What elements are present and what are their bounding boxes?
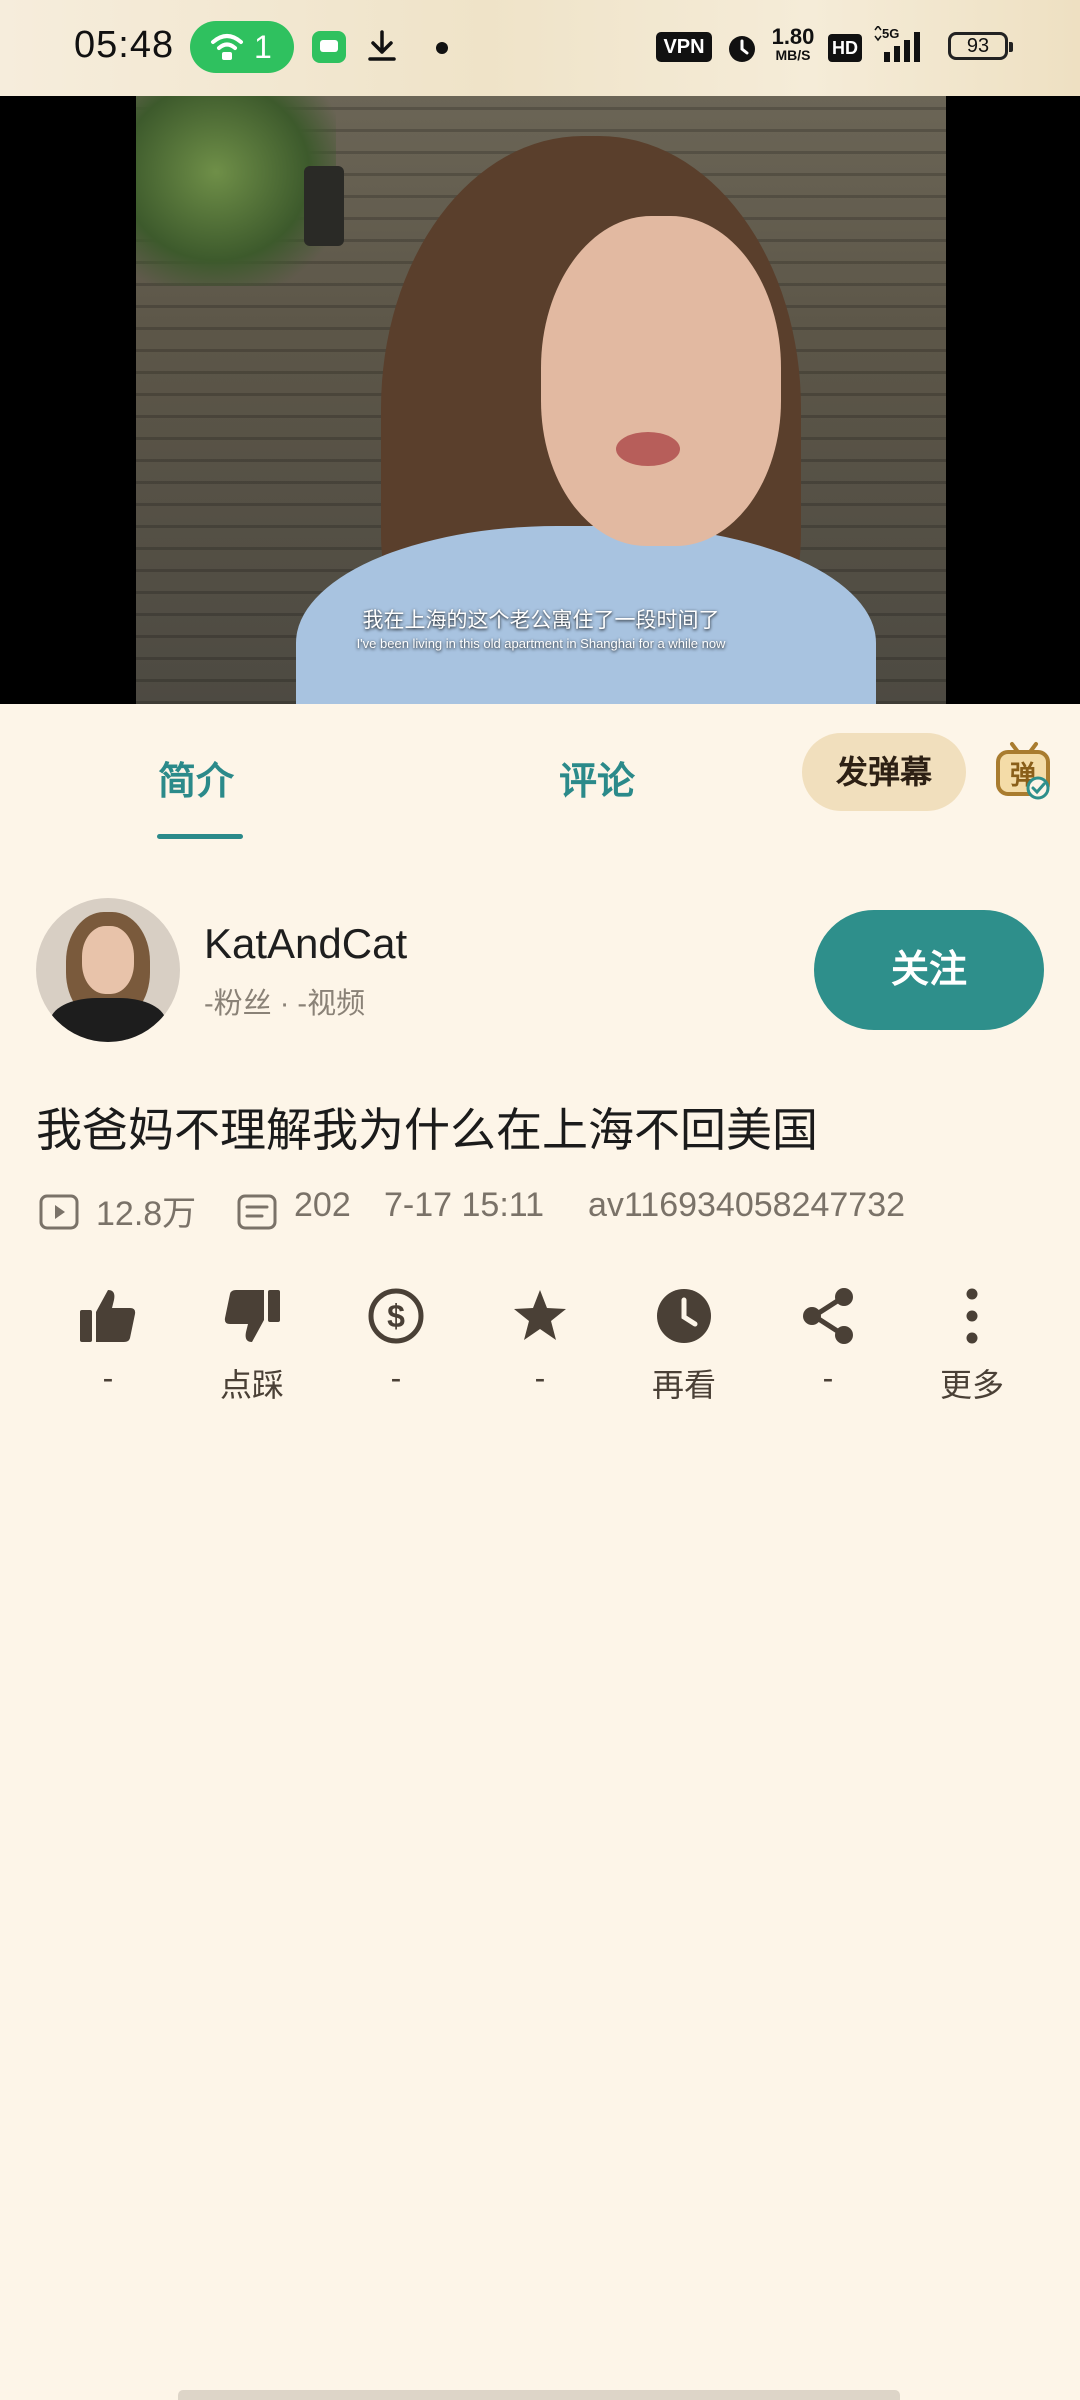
uploader-avatar[interactable]: [36, 898, 180, 1042]
svg-text:5G: 5G: [882, 26, 899, 41]
more-label: 更多: [939, 1367, 1004, 1403]
network-speed: 1.80 MB/S: [771, 24, 815, 63]
watch-later-button[interactable]: 再看: [612, 1286, 756, 1406]
gesture-bar: [178, 2390, 900, 2400]
svg-text:$: $: [387, 1298, 405, 1334]
download-icon: [368, 30, 396, 61]
thumbs-down-icon: [224, 1290, 280, 1342]
alarm-icon: [729, 36, 755, 62]
coin-button[interactable]: $ -: [324, 1286, 468, 1397]
coin-count: -: [390, 1360, 402, 1396]
status-time: 05:48: [74, 24, 175, 66]
subtitle-english: I've been living in this old apartment i…: [356, 636, 726, 651]
more-icon: [966, 1288, 978, 1344]
subtitle-chinese: 我在上海的这个老公寓住了一段时间了: [362, 609, 720, 632]
battery-indicator: 93: [948, 32, 1013, 60]
dislike-label: 点踩: [219, 1367, 284, 1403]
danmu-count-icon: [237, 1194, 277, 1230]
notification-dot-icon: [436, 42, 448, 54]
uploader-name[interactable]: KatAndCat: [204, 920, 407, 968]
video-title[interactable]: 我爸妈不理解我为什么在上海不回美国: [36, 1094, 818, 1160]
av-id: av116934058247732: [588, 1186, 906, 1224]
active-tab-indicator: [157, 834, 243, 839]
danmu-count: 202: [294, 1186, 351, 1224]
clock-icon: [657, 1289, 711, 1343]
uploader-stats: -粉丝 · -视频: [204, 988, 366, 1020]
hotspot-icon: [211, 34, 243, 60]
favorite-count: -: [534, 1360, 546, 1396]
follow-button[interactable]: 关注: [814, 910, 1044, 1030]
dislike-button[interactable]: 点踩: [180, 1286, 324, 1406]
send-danmu-button[interactable]: 发弹幕: [802, 733, 966, 811]
person-mouth: [616, 432, 680, 466]
star-icon: [514, 1290, 566, 1340]
thumbs-up-icon: [80, 1290, 136, 1342]
share-count: -: [822, 1360, 834, 1396]
publish-date: 7-17 15:11: [384, 1186, 545, 1224]
like-button[interactable]: -: [36, 1286, 180, 1397]
hotspot-count: 1: [254, 29, 272, 65]
hotspot-pill: 1: [190, 21, 294, 73]
video-frame: 我在上海的这个老公寓住了一段时间了 I've been living in th…: [136, 96, 946, 704]
share-button[interactable]: -: [756, 1286, 900, 1397]
share-icon: [803, 1288, 853, 1344]
signal-icon: 5G: [874, 26, 920, 62]
vpn-badge: VPN: [656, 32, 712, 62]
favorite-button[interactable]: -: [468, 1286, 612, 1397]
hd-badge: HD: [828, 34, 862, 62]
video-detail-panel: 简介 评论 发弹幕 弹 KatAndCat -粉丝 · -视频 关注 我爸妈不理…: [0, 704, 1080, 2400]
wall-lamp: [304, 166, 344, 246]
coin-icon: $: [368, 1288, 424, 1344]
view-count: 12.8万: [96, 1195, 197, 1233]
person-face: [541, 216, 781, 546]
tab-intro[interactable]: 简介: [158, 750, 234, 805]
video-player[interactable]: 我在上海的这个老公寓住了一段时间了 I've been living in th…: [0, 96, 1080, 704]
message-icon: [312, 31, 346, 63]
danmu-toggle-icon[interactable]: 弹: [994, 738, 1054, 802]
like-count: -: [102, 1360, 114, 1396]
status-bar: 05:48 1 VPN 1.80 MB/S HD 5G 93: [0, 0, 1080, 96]
play-count-icon: [39, 1194, 79, 1230]
more-button[interactable]: 更多: [900, 1286, 1044, 1406]
watch-later-label: 再看: [651, 1367, 716, 1403]
tab-comments[interactable]: 评论: [559, 750, 635, 805]
